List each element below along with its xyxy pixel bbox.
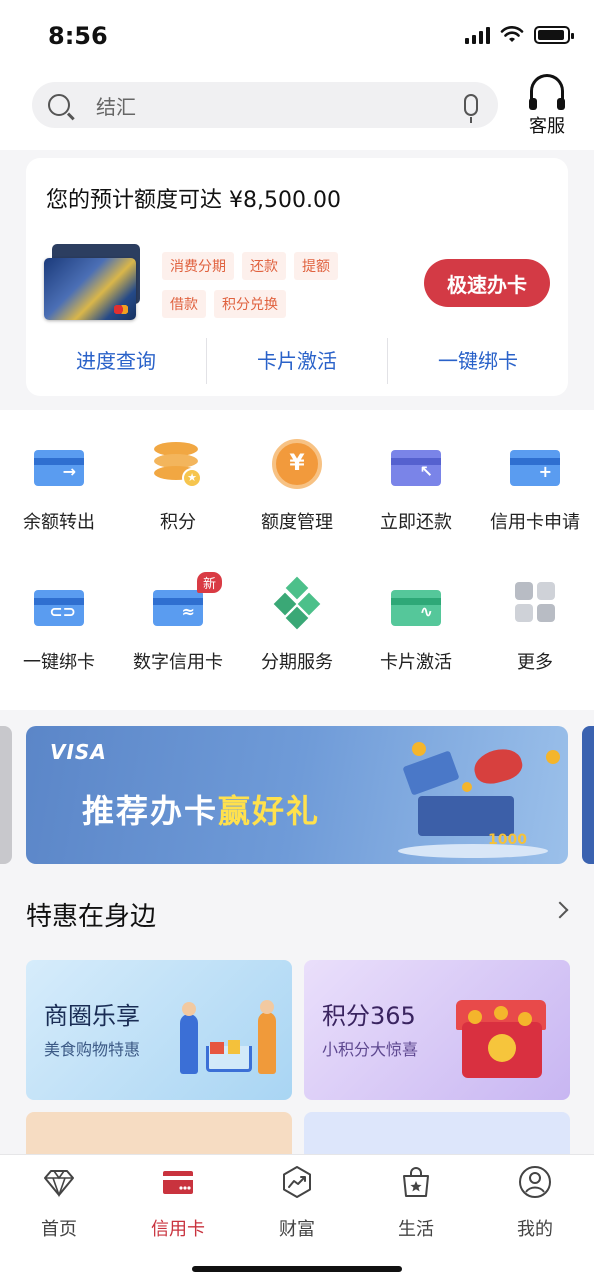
cellular-signal-icon [465,26,490,44]
battery-icon [534,26,574,44]
gift-illustration: 1000 [378,736,568,864]
diamond-icon [44,1170,74,1198]
points-icon: ★ [152,438,204,490]
shopping-illustration [176,984,286,1096]
grid-item-balance-transfer[interactable]: → 余额转出 [0,438,118,534]
tag-points-exchange[interactable]: 积分兑换 [214,290,286,318]
offer-subtitle: 小积分大惊喜 [322,1040,419,1059]
feature-tags: 消费分期 还款 提额 借款 积分兑换 [162,252,362,318]
search-input[interactable]: 结汇 [96,91,464,120]
promo-links: 进度查询 卡片激活 一键绑卡 [26,338,568,384]
credit-limit-card: 您的预计额度可达 ¥8,500.00 消费分期 还款 提额 借款 积分兑换 极速… [26,158,568,396]
credit-card-image [44,244,140,322]
tag-repay[interactable]: 还款 [242,252,286,280]
profile-icon [519,1166,551,1198]
prev-banner-peek [0,726,12,864]
shopping-bag-icon [403,1167,429,1197]
banner-badge-1000: 1000 [488,832,527,848]
home-indicator [192,1266,402,1272]
section-title: 特惠在身边 [26,902,157,932]
offer-card-points[interactable]: 积分365 小积分大惊喜 [304,960,570,1100]
grid-item-bind-card[interactable]: ⊂⊃ 一键绑卡 [0,578,118,674]
new-badge: 新 [196,572,222,593]
tab-mine[interactable]: 我的 [485,1165,585,1241]
promo-banner[interactable]: VISA 推荐办卡赢好礼 1000 [26,726,568,864]
microphone-icon[interactable] [464,94,478,123]
tag-loan[interactable]: 借款 [162,290,206,318]
search-icon [48,94,70,116]
grid-item-points[interactable]: ★ 积分 [119,438,237,534]
grid-item-credit-limit[interactable]: ¥ 额度管理 [238,438,356,534]
header: 结汇 客服 [0,70,594,150]
customer-service-button[interactable]: 客服 [524,70,570,138]
credit-card-icon [163,1171,193,1194]
customer-service-label: 客服 [529,116,565,137]
chevron-right-icon[interactable] [551,901,569,919]
grid-item-card-activate[interactable]: ∿ 卡片激活 [357,578,475,674]
offer-title: 商圈乐享 [44,1002,140,1030]
search-bar[interactable]: 结汇 [32,82,498,128]
quick-menu-grid: → 余额转出 ★ 积分 ¥ 额度管理 ↖ 立即还款 + 信用卡申请 ⊂⊃ 一键绑… [0,410,594,710]
credit-limit-icon: ¥ [271,438,323,490]
credit-limit-title: 您的预计额度可达 ¥8,500.00 [46,188,341,213]
offer-card-shopping[interactable]: 商圈乐享 美食购物特惠 [26,960,292,1100]
section-header-offers[interactable]: 特惠在身边 [0,878,594,948]
tag-raise-limit[interactable]: 提额 [294,252,338,280]
repay-icon: ↖ [390,438,442,490]
grid-item-installment[interactable]: 分期服务 [238,576,356,674]
tag-installment[interactable]: 消费分期 [162,252,234,280]
status-time: 8:56 [48,22,108,50]
status-icons [465,26,574,44]
wifi-icon [500,26,524,42]
banner-carousel[interactable]: VISA 推荐办卡赢好礼 1000 [0,726,594,864]
tab-wealth[interactable]: 财富 [247,1165,347,1241]
treasure-chest-illustration [454,990,548,1082]
bind-card-icon: ⊂⊃ [33,578,85,630]
quick-apply-button[interactable]: 极速办卡 [424,259,550,307]
card-apply-icon: + [509,438,561,490]
grid-item-more[interactable]: 更多 [476,578,594,674]
card-activate-icon: ∿ [390,578,442,630]
tab-home[interactable]: 首页 [9,1165,109,1241]
status-bar: 8:56 [0,0,594,70]
headset-icon [529,74,565,110]
offer-card-peek-right[interactable] [304,1112,570,1154]
grid-item-digital-card[interactable]: ≈ 新 数字信用卡 [119,572,237,674]
card-activate-link[interactable]: 卡片激活 [206,338,387,384]
offer-title: 积分365 [322,1002,416,1030]
offer-card-peek-left[interactable] [26,1112,292,1154]
wealth-chart-icon [283,1166,311,1198]
balance-transfer-icon: → [33,438,85,490]
progress-query-link[interactable]: 进度查询 [26,338,206,384]
visa-logo: VISA [50,740,107,764]
banner-title: 推荐办卡赢好礼 [82,792,321,830]
grid-item-card-apply[interactable]: + 信用卡申请 [476,438,594,534]
tab-life[interactable]: 生活 [366,1165,466,1241]
tab-credit-card[interactable]: 信用卡 [128,1165,228,1241]
bind-card-link[interactable]: 一键绑卡 [387,338,568,384]
grid-item-repay[interactable]: ↖ 立即还款 [357,438,475,534]
offer-subtitle: 美食购物特惠 [44,1040,141,1059]
more-icon [509,578,561,630]
installment-icon [271,576,323,630]
digital-card-icon: ≈ 新 [152,572,222,630]
next-banner-peek [582,726,594,864]
